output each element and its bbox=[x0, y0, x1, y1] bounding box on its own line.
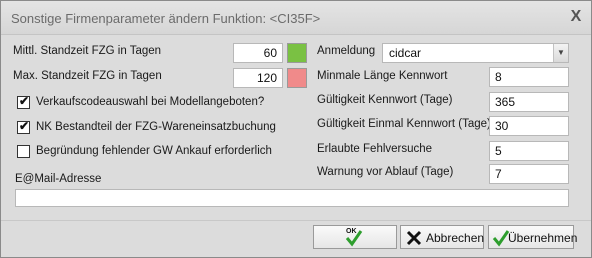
form-area: Mittl. Standzeit FZG in Tagen 60 Max. St… bbox=[7, 36, 585, 218]
warnung-ablauf-input[interactable]: 7 bbox=[489, 164, 569, 184]
ok-button[interactable]: OK bbox=[313, 225, 397, 249]
chevron-down-icon[interactable]: ▼ bbox=[553, 44, 568, 62]
anmeldung-select[interactable]: cidcar ▼ bbox=[382, 43, 569, 63]
einmal-kennwort-label: Gültigkeit Einmal Kennwort (Tage) bbox=[317, 118, 491, 130]
fehlversuche-label: Erlaubte Fehlversuche bbox=[317, 143, 433, 155]
window-title: Sonstige Firmenparameter ändern Funktion… bbox=[11, 11, 321, 26]
checkbox-nk-bestandteil[interactable]: ✔ bbox=[17, 119, 30, 134]
close-icon[interactable]: X bbox=[567, 8, 585, 26]
email-input[interactable] bbox=[15, 189, 569, 207]
cancel-button[interactable]: Abbrechen bbox=[400, 225, 484, 249]
checkbox-verkaufscode-label: Verkaufscodeauswahl bei Modellangeboten? bbox=[36, 96, 265, 108]
cancel-x-icon bbox=[406, 230, 422, 246]
ok-button-label: OK bbox=[346, 228, 357, 235]
checkbox-nk-bestandteil-label: NK Bestandteil der FZG-Wareneinsatzbuchu… bbox=[36, 121, 276, 133]
button-bar: OK Abbrechen Übernehmen bbox=[1, 220, 591, 257]
status-green-swatch bbox=[287, 43, 307, 63]
kennwort-laenge-input[interactable]: 8 bbox=[489, 67, 569, 87]
warnung-ablauf-label: Warnung vor Ablauf (Tage) bbox=[317, 166, 454, 178]
checkmark-icon: ✔ bbox=[18, 94, 30, 108]
checkbox-gw-ankauf-label: Begründung fehlender GW Ankauf erforderl… bbox=[36, 145, 272, 157]
cancel-button-label: Abbrechen bbox=[426, 231, 485, 245]
apply-button-label: Übernehmen bbox=[508, 231, 578, 245]
einmal-kennwort-input[interactable]: 30 bbox=[489, 116, 569, 136]
checkbox-verkaufscode[interactable]: ✔ bbox=[17, 94, 30, 109]
fehlversuche-input[interactable]: 5 bbox=[489, 141, 569, 161]
email-label: E@Mail-Adresse bbox=[15, 173, 102, 185]
standzeit-max-input[interactable]: 120 bbox=[233, 68, 283, 88]
checkmark-icon: ✔ bbox=[18, 119, 30, 133]
title-bar: Sonstige Firmenparameter ändern Funktion… bbox=[1, 1, 591, 35]
status-red-swatch bbox=[287, 68, 307, 88]
kennwort-gueltigkeit-label: Gültigkeit Kennwort (Tage) bbox=[317, 94, 453, 106]
dialog-window: Sonstige Firmenparameter ändern Funktion… bbox=[0, 0, 592, 258]
kennwort-gueltigkeit-input[interactable]: 365 bbox=[489, 92, 569, 112]
kennwort-laenge-label: Minmale Länge Kennwort bbox=[317, 70, 448, 82]
anmeldung-selected-value: cidcar bbox=[389, 46, 422, 60]
standzeit-mittel-input[interactable]: 60 bbox=[233, 43, 283, 63]
standzeit-mittel-label: Mittl. Standzeit FZG in Tagen bbox=[13, 45, 162, 57]
apply-button[interactable]: Übernehmen bbox=[488, 225, 578, 249]
anmeldung-label: Anmeldung bbox=[317, 45, 376, 57]
standzeit-max-label: Max. Standzeit FZG in Tagen bbox=[13, 70, 162, 82]
checkbox-gw-ankauf[interactable] bbox=[17, 145, 30, 158]
